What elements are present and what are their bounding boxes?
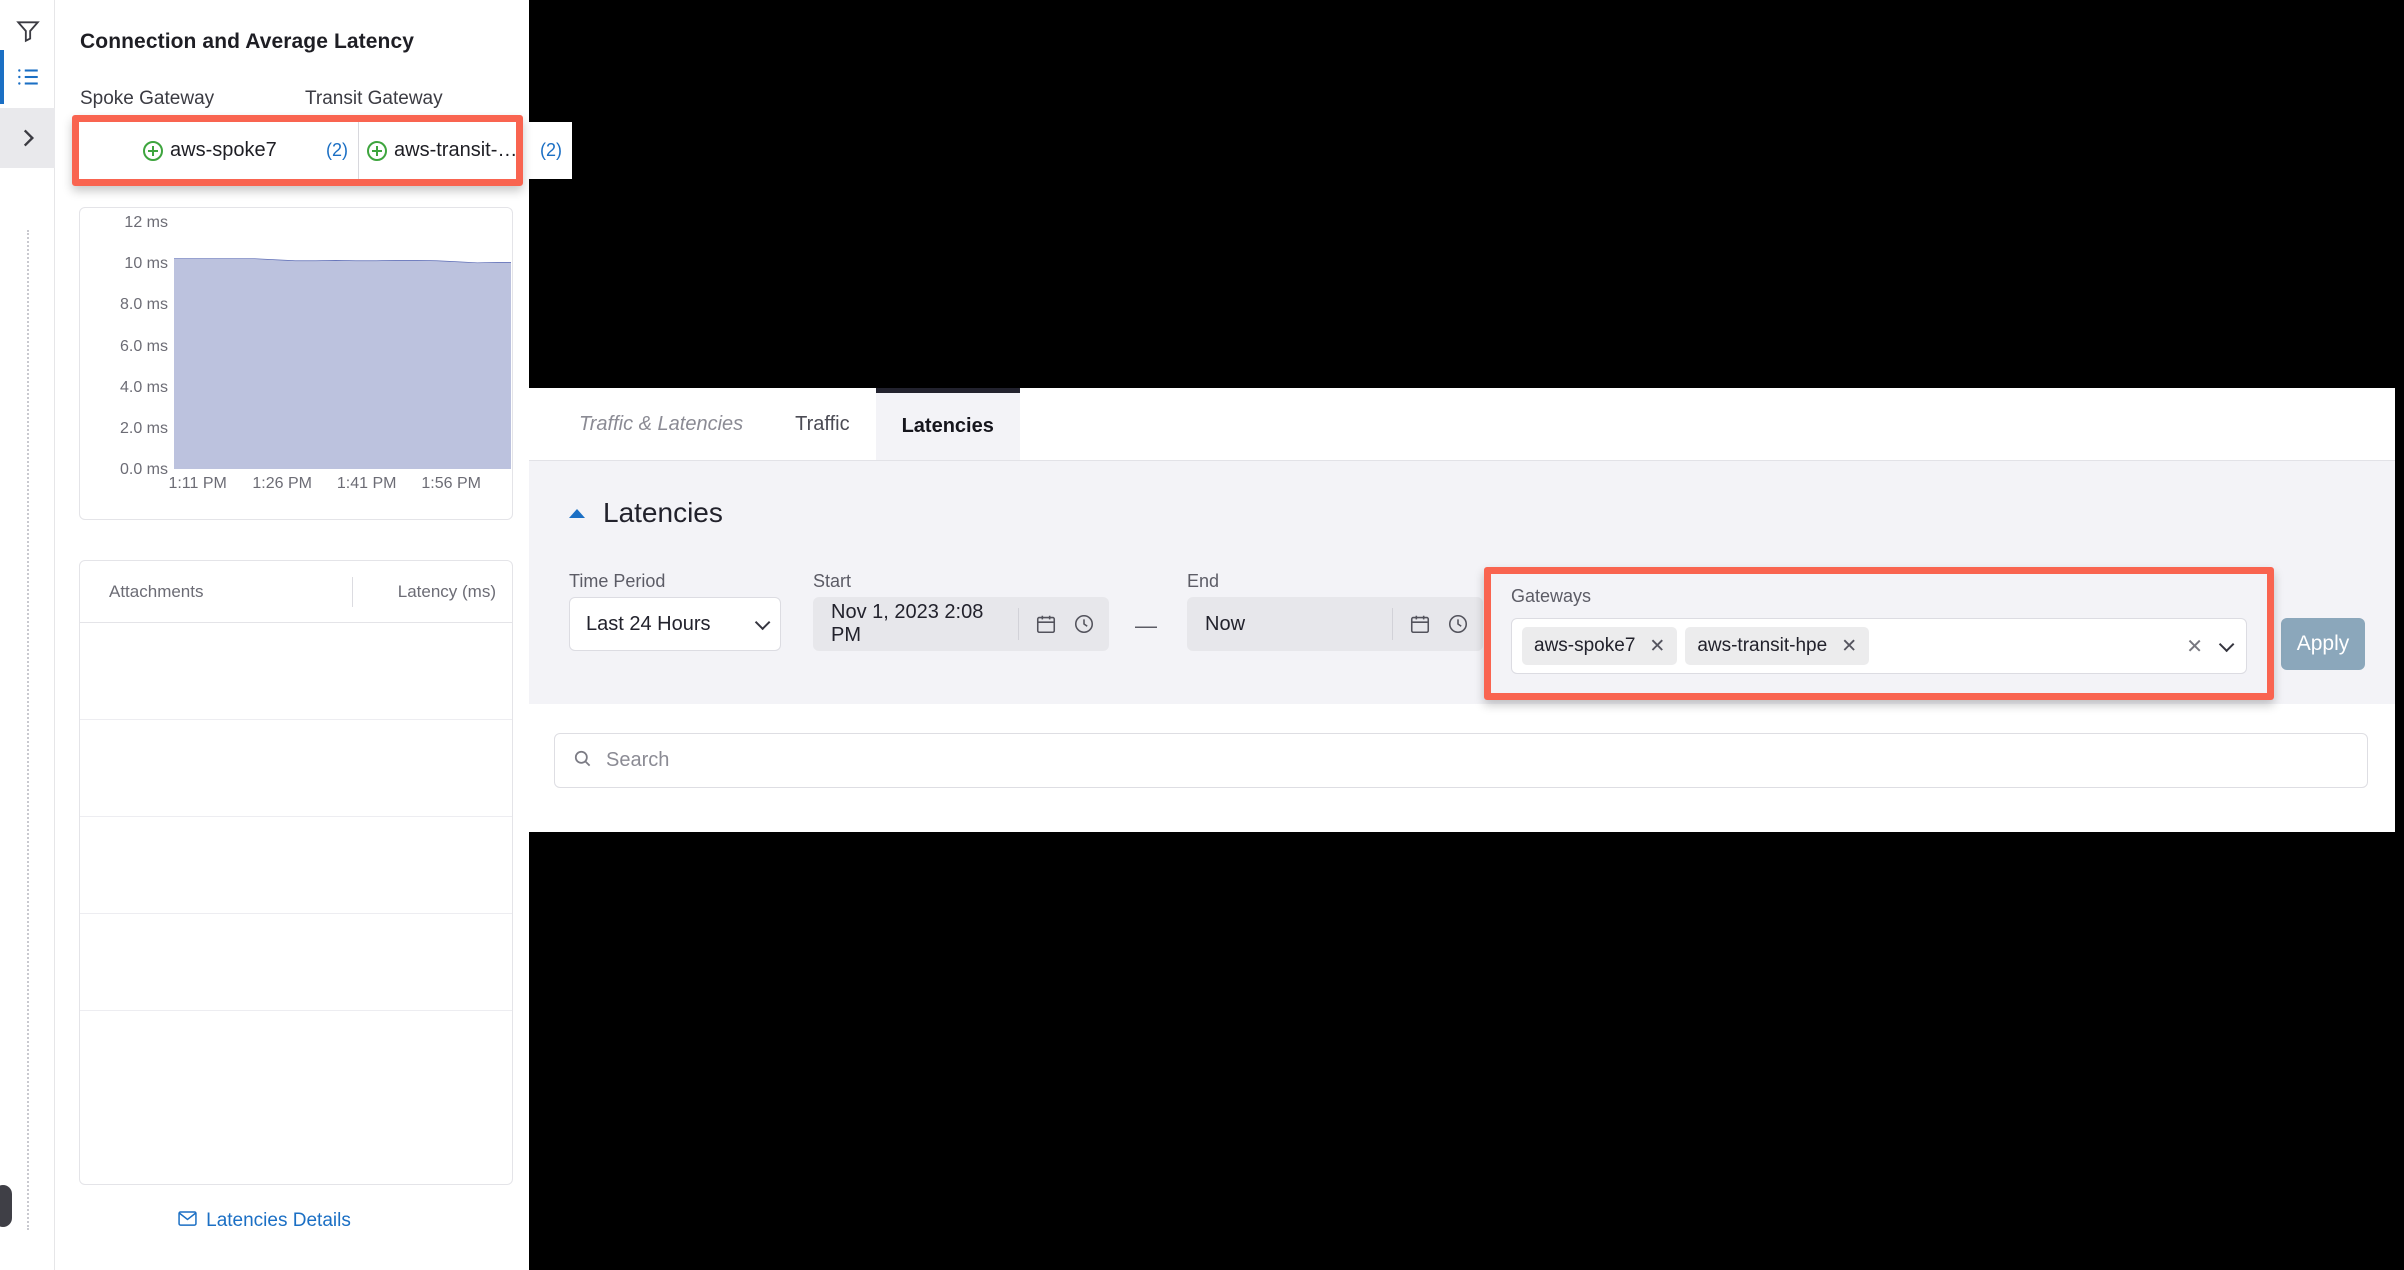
filter-icon[interactable] xyxy=(9,12,47,50)
chart-x-tick: 1:11 PM xyxy=(168,475,227,492)
chart-x-tick: 1:41 PM xyxy=(336,475,397,492)
gateway-tag-label: aws-spoke7 xyxy=(1534,635,1636,656)
gateway-tag[interactable]: aws-spoke7 ✕ xyxy=(1522,627,1678,665)
plus-circle-icon[interactable] xyxy=(143,140,163,161)
chart-x-tick: 1:56 PM xyxy=(421,475,481,492)
chart-y-tick: 12 ms xyxy=(124,214,168,231)
search-input[interactable]: Search xyxy=(554,733,2368,788)
gateways-field: Gateways aws-spoke7 ✕ aws-transit-hpe ✕ … xyxy=(1491,574,2267,693)
chart-y-tick: 8.0 ms xyxy=(119,296,168,314)
gateway-chip-transit[interactable]: aws-transit-h… (2) xyxy=(359,122,572,179)
time-period-value: Last 24 Hours xyxy=(586,612,711,635)
range-separator: — xyxy=(1135,613,1157,638)
chart-x-axis: 1:11 PM 1:26 PM 1:41 PM 1:56 PM xyxy=(168,475,512,497)
clock-icon[interactable] xyxy=(1067,607,1101,641)
gateway-tag[interactable]: aws-transit-hpe ✕ xyxy=(1685,627,1870,665)
remove-tag-icon[interactable]: ✕ xyxy=(1649,637,1665,656)
latencies-details-link[interactable]: Latencies Details xyxy=(0,1210,529,1232)
chart-y-axis: 0.0 ms 2.0 ms 4.0 ms 6.0 ms 8.0 ms 10 ms 12 ms xyxy=(94,208,168,519)
chart-y-tick: 0.0 ms xyxy=(119,461,168,478)
tab-bar: Traffic & Latencies Traffic Latencies xyxy=(529,388,2395,461)
chevron-down-icon[interactable] xyxy=(2218,636,2235,652)
tab-traffic-and-latencies[interactable]: Traffic & Latencies xyxy=(553,388,769,460)
clear-all-icon[interactable]: ✕ xyxy=(2186,634,2203,659)
calendar-icon[interactable] xyxy=(1029,607,1063,641)
remove-tag-icon[interactable]: ✕ xyxy=(1841,637,1857,656)
time-period-select[interactable]: Last 24 Hours xyxy=(569,597,781,651)
gateways-multiselect[interactable]: aws-spoke7 ✕ aws-transit-hpe ✕ ✕ xyxy=(1511,618,2247,674)
gateway-chip-name: aws-transit-h… xyxy=(394,139,527,161)
start-datetime-field[interactable]: Nov 1, 2023 2:08 PM xyxy=(813,597,1109,651)
start-label: Start xyxy=(813,571,852,591)
chart-series-path xyxy=(174,224,511,469)
section-header[interactable]: Latencies xyxy=(569,497,723,529)
search-area: Search xyxy=(529,704,2395,832)
gateway-chip-spoke[interactable]: aws-spoke7 (2) xyxy=(135,122,359,179)
rail-dotted-divider xyxy=(27,230,29,1230)
chart-y-tick: 10 ms xyxy=(124,255,168,273)
screenshot-root: Connection and Average Latency Spoke Gat… xyxy=(0,0,2404,1270)
end-datetime-field[interactable]: Now xyxy=(1187,597,1483,651)
chart-y-tick: 6.0 ms xyxy=(119,337,168,355)
gateway-chip-name: aws-spoke7 xyxy=(170,139,277,161)
apply-button[interactable]: Apply xyxy=(2281,618,2365,670)
list-view-icon[interactable] xyxy=(9,58,47,96)
gateway-chip-row: aws-spoke7 (2) aws-transit-h… (2) xyxy=(135,122,572,179)
transit-gateway-column-label: Transit Gateway xyxy=(305,88,443,109)
chart-y-tick: 4.0 ms xyxy=(119,378,168,396)
tab-traffic[interactable]: Traffic xyxy=(769,388,875,460)
chart-plot-area xyxy=(174,224,511,469)
clock-icon[interactable] xyxy=(1441,607,1475,641)
left-icon-rail xyxy=(0,0,55,1270)
latency-area-chart: 0.0 ms 2.0 ms 4.0 ms 6.0 ms 8.0 ms 10 ms 12 ms… xyxy=(79,207,513,520)
attachments-column-header: Attachments xyxy=(109,581,204,601)
search-icon xyxy=(573,749,592,773)
rail-active-indicator xyxy=(0,50,4,104)
gateway-chip-count: (2) xyxy=(326,140,348,160)
details-icon xyxy=(178,1210,197,1232)
calendar-icon[interactable] xyxy=(1403,607,1437,641)
start-value: Nov 1, 2023 2:08 PM xyxy=(831,601,984,646)
details-link-label: Latencies Details xyxy=(206,1210,351,1231)
attachments-table: Attachments Latency (ms) xyxy=(79,560,513,1185)
table-row[interactable] xyxy=(80,720,512,817)
gateway-tag-label: aws-transit-hpe xyxy=(1697,635,1828,656)
table-row[interactable] xyxy=(80,914,512,1011)
spoke-gateway-column-label: Spoke Gateway xyxy=(80,88,215,109)
caret-up-icon[interactable] xyxy=(569,508,585,518)
plus-circle-icon[interactable] xyxy=(367,140,387,161)
gateways-label: Gateways xyxy=(1511,586,1592,606)
section-title: Latencies xyxy=(603,497,723,528)
latency-column-header: Latency (ms) xyxy=(352,576,512,607)
table-row[interactable] xyxy=(80,623,512,720)
time-period-label: Time Period xyxy=(569,571,666,591)
end-value: Now xyxy=(1205,612,1246,635)
chart-y-tick: 2.0 ms xyxy=(119,419,168,437)
chart-x-tick: 1:26 PM xyxy=(252,475,312,492)
tab-latencies[interactable]: Latencies xyxy=(875,388,1020,460)
table-header-row: Attachments Latency (ms) xyxy=(80,561,512,623)
table-row[interactable] xyxy=(80,817,512,914)
end-label: End xyxy=(1187,571,1220,591)
gateway-chip-count: (2) xyxy=(540,140,562,160)
search-placeholder: Search xyxy=(606,749,670,771)
expand-panel-button[interactable] xyxy=(0,108,55,168)
page-title: Connection and Average Latency xyxy=(80,30,415,53)
chevron-down-icon[interactable] xyxy=(754,614,771,630)
